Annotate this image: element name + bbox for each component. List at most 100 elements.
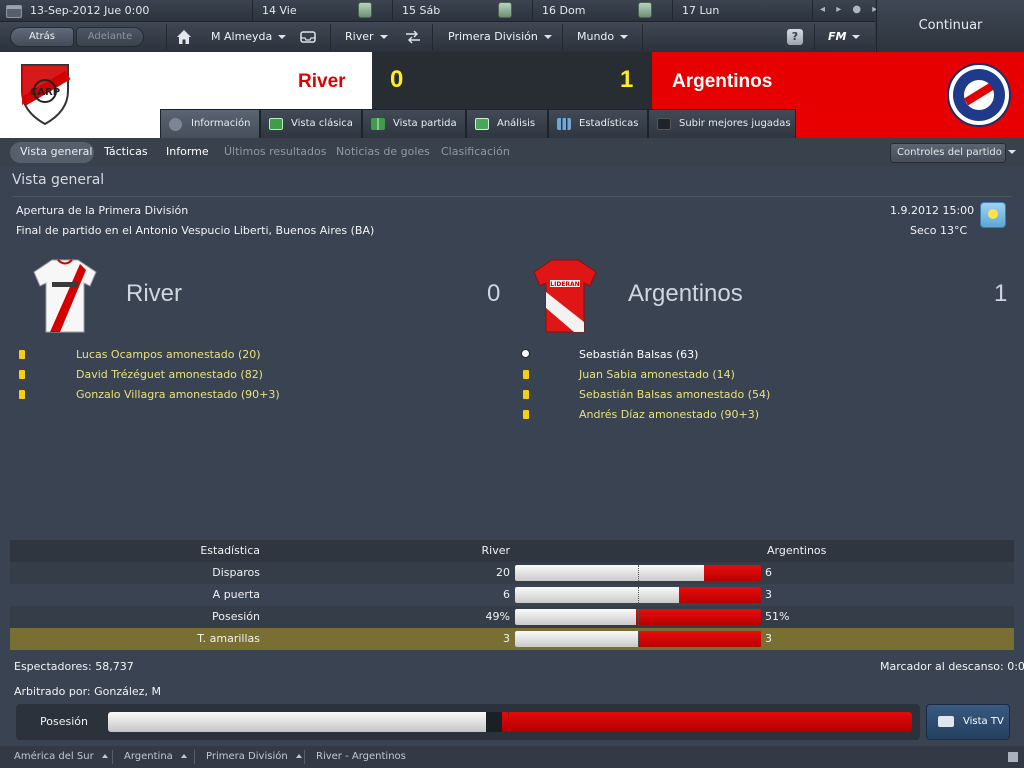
fixture-crest-icon[interactable] xyxy=(498,2,512,18)
calendar-day[interactable]: 17 Lun xyxy=(682,4,719,17)
tab-subir-mejores-jugadas[interactable]: Subir mejores jugadas xyxy=(648,109,796,138)
fm-logo: FM xyxy=(828,30,847,43)
stat-bar-home xyxy=(515,587,679,603)
subtab-informe[interactable]: Informe xyxy=(166,145,209,158)
chevron-down-icon xyxy=(379,35,388,39)
match-controls-label: Controles del partido xyxy=(897,147,1002,158)
tab-label: Vista partida xyxy=(393,118,457,129)
stats-header-label: Estadística xyxy=(200,544,260,557)
fm-menu[interactable]: FM xyxy=(828,30,861,43)
calendar-day[interactable]: 16 Dom xyxy=(542,4,585,17)
competition-menu[interactable]: Primera División xyxy=(448,30,552,43)
pitch-icon xyxy=(269,118,283,130)
stat-bar-away xyxy=(636,609,761,625)
away-score: 1 xyxy=(620,66,634,93)
weather-text: Seco 13°C xyxy=(910,224,968,237)
stats-header-row: Estadística River Argentinos xyxy=(10,540,1014,562)
inbox-icon[interactable] xyxy=(300,31,316,43)
stat-label: A puerta xyxy=(212,588,260,601)
stat-comparison-bar xyxy=(515,609,761,625)
tab-label: Subir mejores jugadas xyxy=(679,118,791,129)
home-event[interactable]: Gonzalo Villagra amonestado (90+3) xyxy=(76,388,280,401)
possession-bar xyxy=(108,712,912,732)
day-separator xyxy=(392,0,393,22)
breadcrumb-item[interactable]: Primera División xyxy=(206,751,302,762)
tab-informacion[interactable]: Información xyxy=(160,109,260,138)
stat-bar-midline xyxy=(638,587,639,603)
away-event[interactable]: Juan Sabia amonestado (14) xyxy=(579,368,735,381)
subtab-noticias-de-goles[interactable]: Noticias de goles xyxy=(336,145,430,158)
subtab-tacticas[interactable]: Tácticas xyxy=(104,145,148,158)
day-separator xyxy=(672,0,673,22)
home-event[interactable]: David Trézéguet amonestado (82) xyxy=(76,368,263,381)
chevron-down-icon xyxy=(852,35,861,39)
manager-menu[interactable]: M Almeyda xyxy=(211,30,287,43)
tab-vista-clasica[interactable]: Vista clásica xyxy=(260,109,362,138)
current-date: 13-Sep-2012 Jue 0:00 xyxy=(30,4,150,17)
river-crest-icon[interactable]: CARP xyxy=(18,61,72,127)
tab-estadisticas[interactable]: Estadísticas xyxy=(548,109,648,138)
stat-bar-away xyxy=(679,587,761,603)
resize-grip-icon[interactable] xyxy=(1008,752,1018,762)
calendar-icon[interactable] xyxy=(6,5,22,18)
breadcrumb-separator xyxy=(304,750,305,764)
breadcrumb-item[interactable]: América del Sur xyxy=(14,751,108,762)
navigation-bar: Atrás Adelante M Almeyda River Primera D… xyxy=(0,22,875,52)
help-button[interactable]: ? xyxy=(787,29,803,45)
home-team-title: River xyxy=(126,280,183,307)
calendar-day[interactable]: 14 Vie xyxy=(262,4,297,17)
halftime-score: Marcador al descanso: 0:0 xyxy=(880,660,1024,673)
svg-text:LIDERAN: LIDERAN xyxy=(550,281,579,288)
tab-vista-partida[interactable]: Vista partida xyxy=(362,109,466,138)
tv-view-label: Vista TV xyxy=(963,716,1004,727)
match-controls-dropdown[interactable]: Controles del partido xyxy=(890,143,1016,163)
subtab-clasificacion[interactable]: Clasificación xyxy=(441,145,510,158)
breadcrumb-item[interactable]: River - Argentinos xyxy=(316,751,406,762)
nav-separator xyxy=(814,24,815,50)
yellow-card-icon xyxy=(523,370,529,379)
stat-label: Posesión xyxy=(212,610,260,623)
scoreboard xyxy=(372,52,652,109)
home-team-name: River xyxy=(298,71,346,92)
home-icon[interactable] xyxy=(176,29,192,45)
away-team-title: Argentinos xyxy=(628,280,743,307)
stats-row[interactable]: Disparos 20 6 xyxy=(10,562,1014,584)
fixture-crest-icon[interactable] xyxy=(358,2,372,18)
club-name: River xyxy=(345,30,374,43)
stats-row[interactable]: Posesión 49% 51% xyxy=(10,606,1014,628)
away-shirt-icon: LIDERAN xyxy=(533,259,597,333)
stats-row-highlighted[interactable]: T. amarillas 3 3 xyxy=(10,628,1014,650)
fixture-crest-icon[interactable] xyxy=(638,2,652,18)
split-view-icon xyxy=(371,118,385,130)
stat-bar-midline xyxy=(638,631,639,647)
stats-row[interactable]: A puerta 6 3 xyxy=(10,584,1014,606)
argentinos-crest-icon[interactable] xyxy=(946,62,1012,128)
swap-icon[interactable] xyxy=(404,30,422,44)
stat-comparison-bar xyxy=(515,565,761,581)
away-event[interactable]: Andrés Díaz amonestado (90+3) xyxy=(579,408,759,421)
subtab-ultimos-resultados[interactable]: Últimos resultados xyxy=(224,145,326,158)
stat-home-value: 20 xyxy=(496,566,510,579)
away-event[interactable]: Sebastián Balsas amonestado (54) xyxy=(579,388,770,401)
weather-sun-icon xyxy=(980,202,1006,228)
away-event[interactable]: Sebastián Balsas (63) xyxy=(579,348,698,361)
breadcrumb-item[interactable]: Argentina xyxy=(124,751,187,762)
calendar-day[interactable]: 15 Sáb xyxy=(402,4,440,17)
stat-bar-away xyxy=(638,631,761,647)
home-event[interactable]: Lucas Ocampos amonestado (20) xyxy=(76,348,261,361)
world-menu[interactable]: Mundo xyxy=(577,30,629,43)
svg-text:CARP: CARP xyxy=(30,87,60,98)
back-button[interactable]: Atrás xyxy=(10,27,74,47)
stat-bar-midline xyxy=(638,609,639,625)
calendar-bar: 13-Sep-2012 Jue 0:00 14 Vie 15 Sáb 16 Do… xyxy=(0,0,877,22)
camera-icon xyxy=(657,118,671,130)
competition-name: Primera División xyxy=(448,30,538,43)
tab-analisis[interactable]: Análisis xyxy=(466,109,548,138)
calendar-scroll-controls[interactable]: ◂ ▸ ● ▸ xyxy=(820,4,881,15)
subtab-vista-general[interactable]: Vista general xyxy=(20,145,92,158)
continue-button[interactable]: Continuar xyxy=(876,0,1024,52)
day-separator xyxy=(532,0,533,22)
club-menu[interactable]: River xyxy=(345,30,388,43)
manager-name: M Almeyda xyxy=(211,30,273,43)
forward-button[interactable]: Adelante xyxy=(76,27,144,47)
